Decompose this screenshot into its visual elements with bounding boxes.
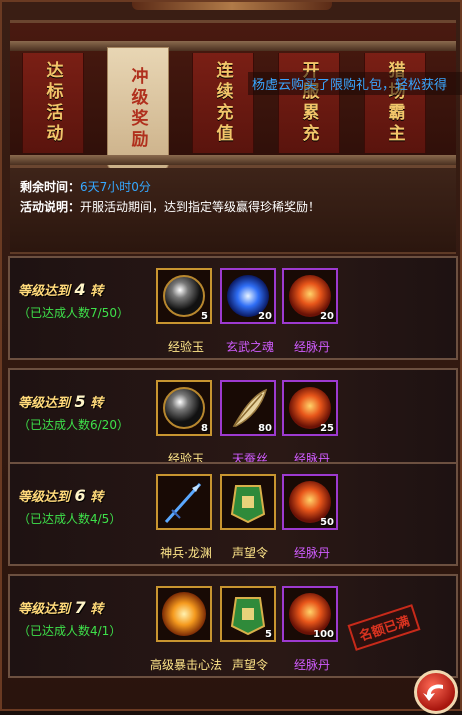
row-level: 6: [74, 486, 86, 505]
reward-row-level-5: 等级达到 5 转 （已达成人数6/20） 8 经验玉 80 天蚕丝 25 经脉丹: [8, 368, 458, 472]
row-title: 等级达到 7 转: [18, 598, 104, 617]
reward-row-level-4: 等级达到 4 转 （已达成人数7/50） 5 经验玉 20 玄武之魂 20 经脉…: [8, 256, 458, 360]
description-label: 活动说明：: [20, 200, 81, 214]
item-quantity: 80: [258, 423, 272, 434]
remaining-time: 剩余时间：6天7小时0分: [20, 178, 151, 195]
sun-orb-icon: [162, 592, 206, 636]
item-quantity: 5: [265, 629, 272, 640]
item-quantity: 100: [313, 629, 334, 640]
item-quantity: 50: [320, 517, 334, 528]
achieved-count: （已达成人数4/5）: [18, 512, 122, 526]
reward-item[interactable]: 5 声望令: [220, 586, 276, 672]
reward-item[interactable]: 声望令: [220, 474, 276, 560]
spear-icon: [164, 482, 202, 524]
tab-label: 达标活动: [42, 61, 63, 145]
achieved-count: （已达成人数4/1）: [18, 624, 122, 638]
quota-full-stamp: 名额已满: [347, 604, 421, 651]
reward-item[interactable]: 50 经脉丹: [282, 474, 338, 560]
achieved-count: （已达成人数6/20）: [18, 418, 129, 432]
activity-panel: 达标活动 冲级奖励 连续充值 开服累充 猎场霸主 杨虚云购买了限购礼包，轻松获得…: [0, 0, 462, 714]
broadcast-marquee: 杨虚云购买了限购礼包，轻松获得: [248, 72, 462, 95]
tab-hunting-lord[interactable]: 猎场霸主: [364, 53, 426, 153]
item-quantity: 20: [320, 311, 334, 322]
item-quantity: 20: [258, 311, 272, 322]
reward-item[interactable]: 20 经脉丹: [282, 268, 338, 354]
reward-item[interactable]: 80 天蚕丝: [220, 380, 276, 466]
row-level: 7: [74, 598, 86, 617]
item-name: 经脉丹: [293, 340, 330, 354]
row-title: 等级达到 4 转: [18, 280, 104, 299]
reward-item[interactable]: 25 经脉丹: [282, 380, 338, 466]
reward-item[interactable]: 20 玄武之魂: [220, 268, 276, 354]
reward-item[interactable]: 5 经验玉: [156, 268, 212, 354]
tab-continuous-recharge[interactable]: 连续充值: [192, 53, 254, 153]
remaining-time-value: 6天7小时0分: [80, 180, 151, 194]
activity-description: 活动说明：开服活动期间，达到指定等级赢得珍稀奖励！: [20, 198, 320, 215]
description-value: 开服活动期间，达到指定等级赢得珍稀奖励！: [80, 200, 321, 214]
item-quantity: 25: [320, 423, 334, 434]
reward-row-level-7: 等级达到 7 转 （已达成人数4/1） 高级暴击心法 5 声望令 100 经脉丹…: [8, 574, 458, 678]
tab-rod-bottom: [10, 155, 456, 165]
item-quantity: 8: [201, 423, 208, 434]
row-level: 4: [74, 280, 86, 299]
tab-target-activity[interactable]: 达标活动: [22, 53, 84, 153]
tab-level-reward[interactable]: 冲级奖励: [107, 47, 169, 171]
reward-item[interactable]: 神兵·龙渊: [156, 474, 212, 560]
tab-rod-top: [10, 41, 456, 51]
top-ornament: [132, 2, 332, 10]
achieved-count: （已达成人数7/50）: [18, 306, 129, 320]
tab-label: 连续充值: [212, 61, 233, 145]
reward-item[interactable]: 8 经验玉: [156, 380, 212, 466]
row-level: 5: [74, 392, 86, 411]
item-name: 经脉丹: [293, 546, 330, 560]
back-arrow-icon: [423, 684, 443, 701]
back-button[interactable]: [414, 670, 458, 714]
token-icon: [230, 485, 266, 524]
tab-server-cumulative[interactable]: 开服累充: [278, 53, 340, 153]
reward-item[interactable]: 高级暴击心法: [150, 586, 222, 672]
tab-label: 冲级奖励: [127, 67, 148, 151]
reward-item[interactable]: 100 经脉丹: [282, 586, 338, 672]
item-quantity: 5: [201, 311, 208, 322]
row-title: 等级达到 6 转: [18, 486, 104, 505]
reward-row-level-6: 等级达到 6 转 （已达成人数4/5） 神兵·龙渊 声望令 50 经脉丹: [8, 462, 458, 566]
item-name: 经脉丹: [293, 658, 330, 672]
remaining-time-label: 剩余时间：: [20, 180, 81, 194]
row-title: 等级达到 5 转: [18, 392, 104, 411]
activity-info: 剩余时间：6天7小时0分 活动说明：开服活动期间，达到指定等级赢得珍稀奖励！: [10, 168, 456, 254]
